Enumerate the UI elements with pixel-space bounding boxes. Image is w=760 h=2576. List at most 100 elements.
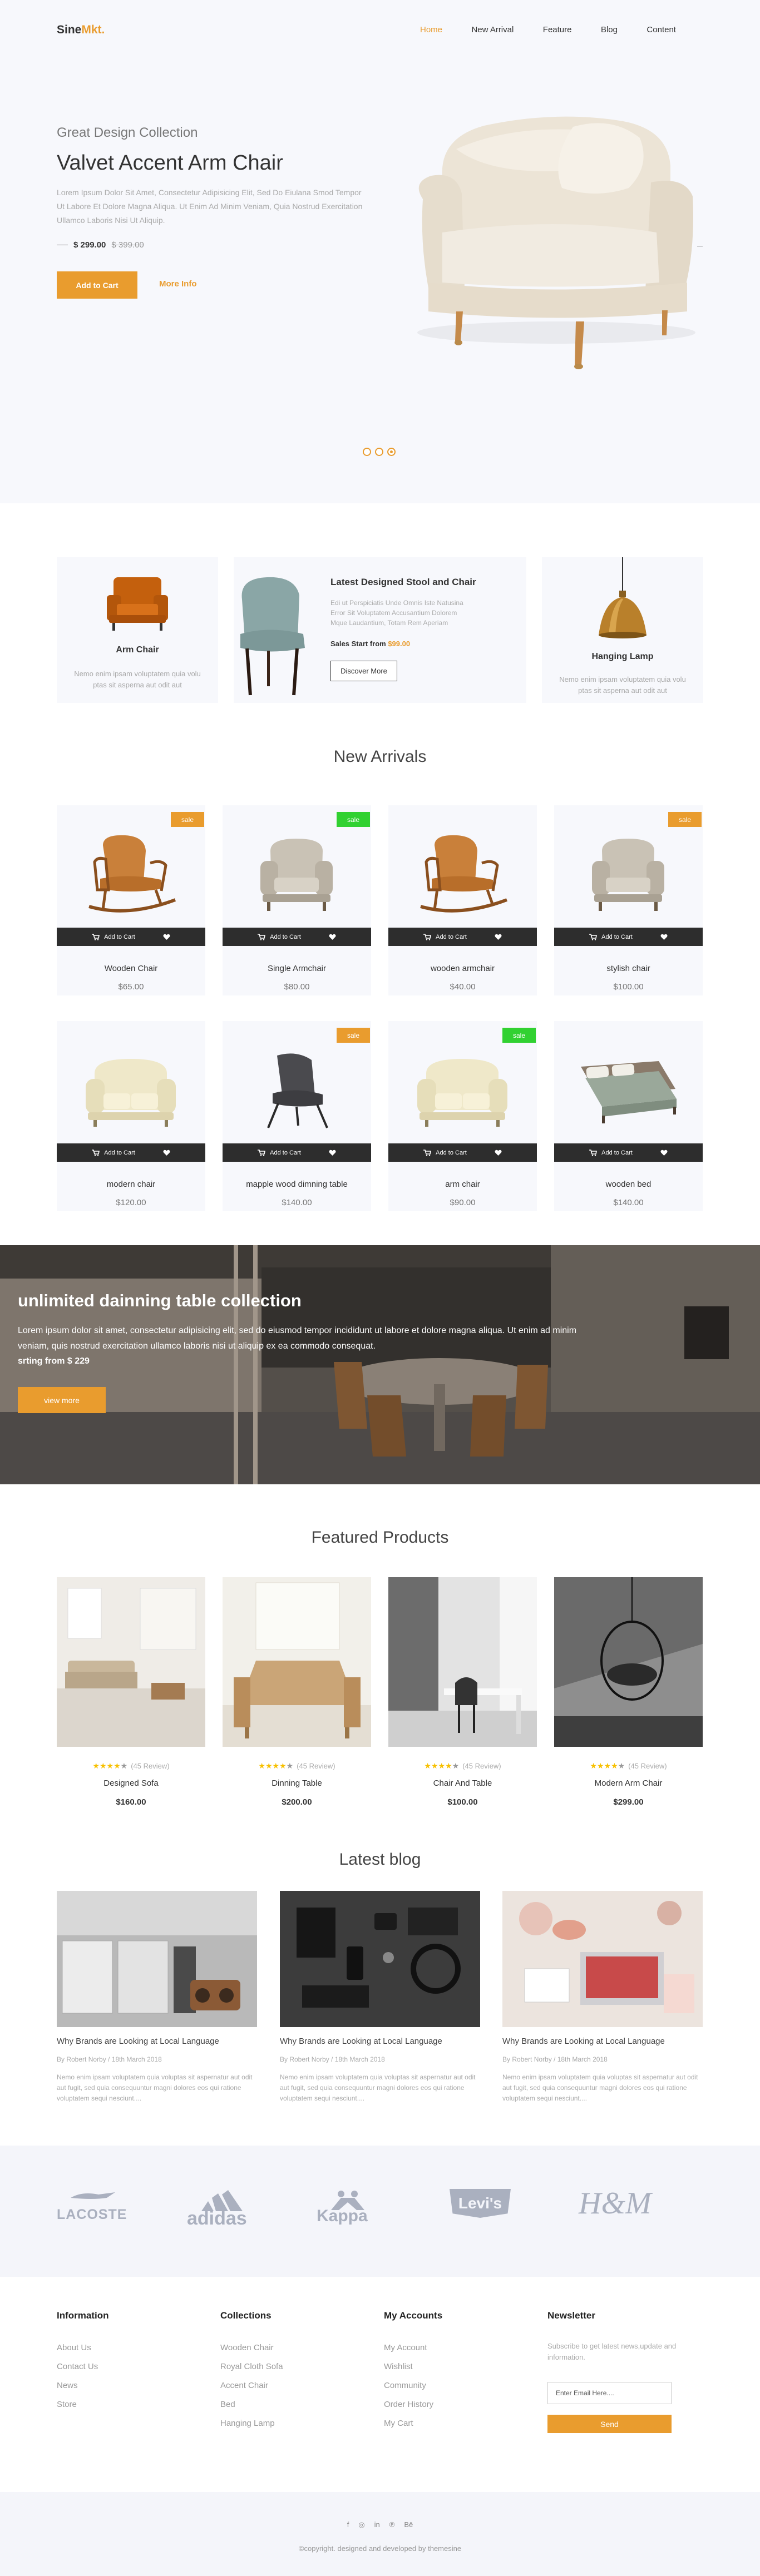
footer-link-store[interactable]: Store: [57, 2400, 109, 2409]
footer-link-community[interactable]: Community: [384, 2381, 442, 2390]
product-name[interactable]: Wooden Chair: [57, 964, 205, 973]
add-to-cart-button[interactable]: Add to Cart: [423, 1150, 467, 1156]
slider-dot-active[interactable]: [387, 448, 396, 456]
footer-link-royal-sofa[interactable]: Royal Cloth Sofa: [220, 2362, 283, 2371]
featured-product-card[interactable]: ★★★★★ (45 Review) Chair And Table $100.00: [388, 1577, 537, 1811]
hero-more-info-link[interactable]: More Info: [159, 279, 197, 289]
footer-link-bed[interactable]: Bed: [220, 2400, 283, 2409]
levis-logo[interactable]: Levi's: [450, 2189, 511, 2218]
cart-icon: [258, 933, 266, 940]
footer-link-accent-chair[interactable]: Accent Chair: [220, 2381, 283, 2390]
product-action-bar: Add to Cart: [223, 1143, 371, 1162]
blog-post-title[interactable]: Why Brands are Looking at Local Language: [57, 2037, 219, 2046]
blog-post-photo[interactable]: [502, 1891, 703, 2027]
heart-icon[interactable]: [329, 934, 336, 940]
promo-card-hanging-lamp[interactable]: Hanging Lamp Nemo enim ipsam voluptatem …: [542, 557, 703, 703]
product-card[interactable]: Add to Cart modern chair $120.00: [57, 1021, 205, 1211]
featured-product-name[interactable]: Dinning Table: [223, 1779, 371, 1788]
heart-icon[interactable]: [660, 1150, 668, 1156]
adidas-logo[interactable]: adidas: [187, 2190, 247, 2233]
brand-logos-strip: LACOSTE adidas Kappa Levi's H&M: [0, 2146, 760, 2277]
blog-post-card[interactable]: Why Brands are Looking at Local Language…: [280, 1891, 480, 2113]
heart-icon[interactable]: [163, 934, 170, 940]
lacoste-logo[interactable]: LACOSTE: [57, 2192, 127, 2223]
site-logo[interactable]: SineMkt.: [57, 23, 105, 37]
add-to-cart-button[interactable]: Add to Cart: [423, 934, 467, 940]
footer-link-hanging-lamp[interactable]: Hanging Lamp: [220, 2419, 283, 2428]
hm-logo[interactable]: H&M: [579, 2186, 652, 2221]
heart-icon[interactable]: [495, 1150, 502, 1156]
product-card[interactable]: Add to Cart wooden armchair $40.00: [388, 805, 537, 995]
view-more-button[interactable]: view more: [18, 1387, 106, 1413]
add-to-cart-button[interactable]: Add to Cart: [92, 1150, 135, 1156]
linkedin-icon[interactable]: in: [374, 2520, 380, 2529]
featured-product-card[interactable]: ★★★★★ (45 Review) Dinning Table $200.00: [223, 1577, 371, 1811]
heart-icon[interactable]: [163, 1150, 170, 1156]
nav-feature[interactable]: Feature: [543, 25, 572, 34]
heart-icon[interactable]: [495, 934, 502, 940]
slider-dot[interactable]: [375, 448, 383, 456]
add-to-cart-button[interactable]: Add to Cart: [589, 934, 633, 940]
product-card[interactable]: sale Add to Cart Wooden Chair $65.00: [57, 805, 205, 995]
kappa-logo[interactable]: Kappa: [317, 2190, 376, 2229]
footer-link-my-cart[interactable]: My Cart: [384, 2419, 442, 2428]
footer-link-my-account[interactable]: My Account: [384, 2343, 442, 2352]
product-card[interactable]: Add to Cart wooden bed $140.00: [554, 1021, 703, 1211]
featured-product-photo[interactable]: [57, 1577, 205, 1747]
discover-more-button[interactable]: Discover More: [330, 661, 397, 681]
nav-new-arrival[interactable]: New Arrival: [471, 25, 514, 34]
footer-link-order-history[interactable]: Order History: [384, 2400, 442, 2409]
facebook-icon[interactable]: f: [347, 2520, 349, 2529]
blog-post-card[interactable]: Why Brands are Looking at Local Language…: [57, 1891, 257, 2113]
newsletter-send-button[interactable]: Send: [547, 2415, 672, 2433]
heart-icon[interactable]: [329, 1150, 336, 1156]
footer-link-wooden-chair[interactable]: Wooden Chair: [220, 2343, 283, 2352]
product-name[interactable]: stylish chair: [554, 964, 703, 973]
featured-product-photo[interactable]: [223, 1577, 371, 1747]
blog-post-title[interactable]: Why Brands are Looking at Local Language: [280, 2037, 442, 2046]
add-to-cart-button[interactable]: Add to Cart: [258, 934, 301, 940]
behance-icon[interactable]: Bē: [404, 2520, 413, 2529]
newsletter-email-input[interactable]: [547, 2382, 672, 2404]
footer-link-news[interactable]: News: [57, 2381, 109, 2390]
product-name[interactable]: mapple wood dimning table: [223, 1180, 371, 1189]
promo-title: Hanging Lamp: [591, 652, 654, 661]
add-to-cart-button[interactable]: Add to Cart: [258, 1150, 301, 1156]
footer-link-about[interactable]: About Us: [57, 2343, 109, 2352]
featured-product-card[interactable]: ★★★★★ (45 Review) Modern Arm Chair $299.0…: [554, 1577, 703, 1811]
footer-link-wishlist[interactable]: Wishlist: [384, 2362, 442, 2371]
pinterest-icon[interactable]: ℗: [389, 2520, 395, 2529]
product-name[interactable]: wooden armchair: [388, 964, 537, 973]
nav-home[interactable]: Home: [420, 25, 442, 34]
featured-product-card[interactable]: ★★★★★ (45 Review) Designed Sofa $160.00: [57, 1577, 205, 1811]
featured-product-name[interactable]: Modern Arm Chair: [554, 1779, 703, 1788]
product-card[interactable]: sale Add to Cart Single Armchair $80.00: [223, 805, 371, 995]
product-card[interactable]: sale Add to Cart stylish chair $100.00: [554, 805, 703, 995]
nav-blog[interactable]: Blog: [601, 25, 618, 34]
promo-card-arm-chair[interactable]: Arm Chair Nemo enim ipsam voluptatem qui…: [57, 557, 218, 703]
slider-dot[interactable]: [363, 448, 371, 456]
product-name[interactable]: wooden bed: [554, 1180, 703, 1189]
loveseat-image: [417, 1059, 507, 1127]
add-to-cart-button[interactable]: Add to Cart: [92, 934, 135, 940]
product-name[interactable]: modern chair: [57, 1180, 205, 1189]
product-name[interactable]: arm chair: [388, 1180, 537, 1189]
product-card[interactable]: sale Add to Cart arm chair $90.00: [388, 1021, 537, 1211]
product-card[interactable]: sale Add to Cart mapple wood dimning tab…: [223, 1021, 371, 1211]
blog-post-card[interactable]: Why Brands are Looking at Local Language…: [502, 1891, 703, 2113]
nav-content[interactable]: Content: [647, 25, 676, 34]
instagram-icon[interactable]: ◎: [358, 2520, 364, 2529]
blog-post-photo[interactable]: [57, 1891, 257, 2027]
featured-product-photo[interactable]: [554, 1577, 703, 1747]
add-to-cart-button[interactable]: Add to Cart: [589, 1150, 633, 1156]
featured-product-name[interactable]: Chair And Table: [388, 1779, 537, 1788]
lounge-chair-image: [267, 1053, 328, 1128]
featured-product-photo[interactable]: [388, 1577, 537, 1747]
blog-post-title[interactable]: Why Brands are Looking at Local Language: [502, 2037, 665, 2046]
footer-link-contact[interactable]: Contact Us: [57, 2362, 109, 2371]
hero-add-to-cart-button[interactable]: Add to Cart: [57, 271, 137, 299]
product-name[interactable]: Single Armchair: [223, 964, 371, 973]
heart-icon[interactable]: [660, 934, 668, 940]
blog-post-photo[interactable]: [280, 1891, 480, 2027]
featured-product-name[interactable]: Designed Sofa: [57, 1779, 205, 1788]
